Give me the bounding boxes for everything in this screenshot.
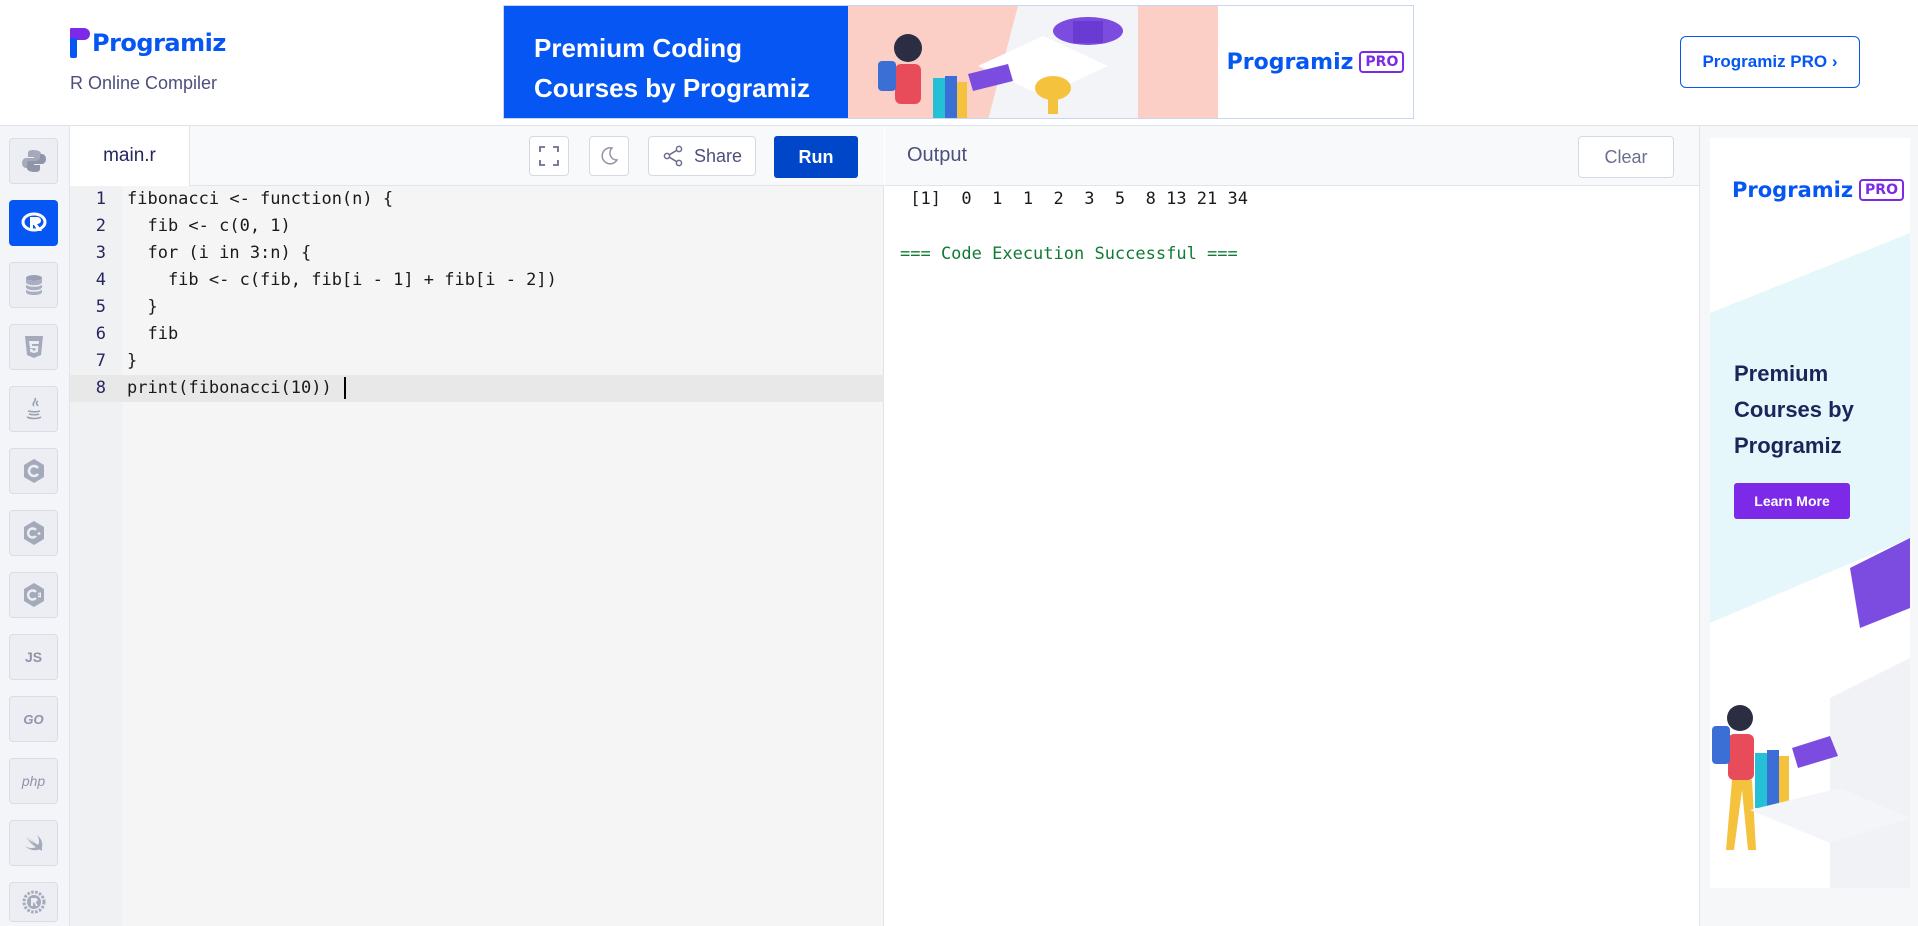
side-ad-pro-badge: PRO [1859,179,1904,201]
csharp-icon[interactable] [9,572,58,618]
code-text: } [127,351,138,371]
r-icon[interactable] [9,200,58,246]
code-text: print(fibonacci(10)) [127,378,342,398]
code-line[interactable]: 7} [70,348,884,375]
code-text: } [127,297,158,317]
c-icon[interactable] [9,448,58,494]
code-line[interactable]: 2 fib <- c(0, 1) [70,213,884,240]
code-text: for (i in 3:n) { [127,243,312,263]
java-icon[interactable] [9,386,58,432]
html5-icon[interactable] [9,324,58,370]
line-number: 8 [95,378,106,398]
top-ad-banner[interactable]: Premium Coding Courses by Programiz Prog… [503,5,1414,119]
cpp-icon[interactable] [9,510,58,556]
code-line[interactable]: 3 for (i in 3:n) { [70,240,884,267]
file-tab-main-r[interactable]: main.r [70,126,190,186]
fullscreen-button[interactable] [529,136,569,176]
line-number: 1 [95,189,106,209]
share-label: Share [693,145,743,166]
rust-icon[interactable] [9,882,58,922]
text-cursor [344,377,347,399]
line-number: 7 [95,351,106,371]
banner-pro-badge: PRO [1359,51,1405,73]
programiz-logo[interactable]: Programiz [70,28,226,58]
line-number: 6 [95,324,106,344]
logo-text: Programiz [92,29,226,57]
language-sidebar: JS GO php [0,126,70,926]
go-label: GO [23,711,44,727]
code-text: fibonacci <- function(n) { [127,189,394,209]
code-text: fib <- c(0, 1) [127,216,291,236]
code-text: fib <- c(fib, fib[i - 1] + fib[i - 2]) [127,270,557,290]
output-title: Output [907,144,968,166]
banner-logo-text: Programiz [1226,49,1354,75]
banner-illustration [848,6,1218,118]
fullscreen-icon [539,146,559,166]
share-icon [663,145,683,167]
line-number: 2 [95,216,106,236]
line-number: 5 [95,297,106,317]
dark-mode-button[interactable] [589,136,629,176]
js-label: JS [24,649,43,665]
code-line[interactable]: 5 } [70,294,884,321]
run-button[interactable]: Run [774,136,858,178]
code-line[interactable]: 1 fibonacci <- function(n) { [70,186,884,213]
output-status-line: === Code Execution Successful === [900,244,1238,264]
side-ad-logo: Programiz PRO [1732,178,1904,202]
side-ad-logo-text: Programiz [1732,178,1854,202]
php-icon[interactable]: php [9,758,58,804]
clear-button[interactable]: Clear [1578,136,1674,178]
page-subtitle: R Online Compiler [70,73,218,93]
line-number: 3 [95,243,106,263]
output-result-line: [1] 0 1 1 2 3 5 8 13 21 34 [900,189,1248,209]
output-toolbar: Output Clear [885,126,1699,186]
banner-headline-line2: Courses by Programiz [534,73,810,103]
moon-icon [601,147,619,165]
python-icon[interactable] [9,138,58,184]
learn-more-button[interactable]: Learn More [1734,483,1850,519]
logo-mark-icon [70,28,90,58]
side-ad[interactable]: Programiz PRO Premium Courses by Program… [1710,138,1910,888]
code-text: fib [127,324,179,344]
go-icon[interactable]: GO [9,696,58,742]
programiz-pro-button[interactable]: Programiz PRO › [1680,36,1860,88]
swift-icon[interactable] [9,820,58,866]
right-ad-column: Programiz PRO Premium Courses by Program… [1699,126,1918,926]
top-header: Programiz R Online Compiler Premium Codi… [0,0,1918,126]
output-panel: [1] 0 1 1 2 3 5 8 13 21 34 === Code Exec… [885,186,1699,926]
side-ad-headline: Premium Courses by Programiz [1734,361,1854,458]
banner-headline: Premium Coding Courses by Programiz [504,6,848,118]
js-icon[interactable]: JS [9,634,58,680]
line-number: 4 [95,270,106,290]
database-icon[interactable] [9,262,58,308]
code-editor[interactable]: 1 fibonacci <- function(n) { 2 fib <- c(0,… [70,186,884,926]
php-label: php [21,773,46,789]
code-line[interactable]: 6 fib [70,321,884,348]
editor-toolbar: main.r Share Run [70,126,884,186]
share-button[interactable]: Share [648,136,756,176]
banner-headline-line1: Premium Coding [534,33,743,63]
code-line[interactable]: 8 print(fibonacci(10)) [70,375,884,402]
code-line[interactable]: 4 fib <- c(fib, fib[i - 1] + fib[i - 2]) [70,267,884,294]
banner-pro-logo: Programiz PRO [1218,6,1413,118]
